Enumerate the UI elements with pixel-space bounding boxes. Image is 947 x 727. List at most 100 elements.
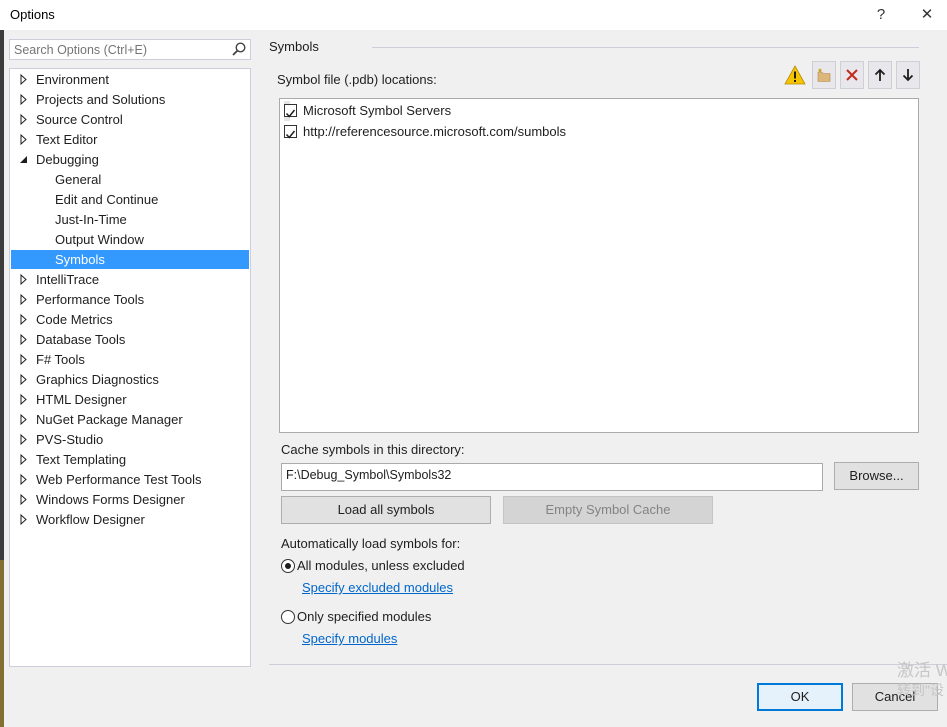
tree-item-label: Text Editor [36,132,98,147]
collapsed-arrow-icon[interactable] [19,390,31,409]
tree-item[interactable]: Debugging [11,150,249,169]
auto-load-label: Automatically load symbols for: [281,536,461,551]
tree-item-label: Workflow Designer [36,512,145,527]
collapsed-arrow-icon[interactable] [19,310,31,329]
tree-item[interactable]: HTML Designer [11,390,249,409]
tree-item-label: Windows Forms Designer [36,492,185,507]
tree-item[interactable]: Web Performance Test Tools [11,470,249,489]
tree-item[interactable]: Performance Tools [11,290,249,309]
tree-item[interactable]: Environment [11,70,249,89]
collapsed-arrow-icon[interactable] [19,70,31,89]
activation-watermark-sub: 转到"设 [897,682,944,698]
tree-item[interactable]: General [11,170,249,189]
search-input[interactable] [10,40,220,59]
tree-item[interactable]: Symbols [11,250,249,269]
warning-button[interactable] [783,61,807,89]
expanded-arrow-icon[interactable] [19,150,31,169]
remove-location-button[interactable] [840,61,864,89]
tree-item-label: Code Metrics [36,312,113,327]
collapsed-arrow-icon[interactable] [19,270,31,289]
tree-item[interactable]: Database Tools [11,330,249,349]
ok-button[interactable]: OK [757,683,843,711]
tree-item[interactable]: Text Editor [11,130,249,149]
collapsed-arrow-icon[interactable] [19,130,31,149]
collapsed-arrow-icon[interactable] [19,490,31,509]
tree-item-label: F# Tools [36,352,85,367]
collapsed-arrow-icon[interactable] [19,470,31,489]
tree-item[interactable]: Output Window [11,230,249,249]
tree-item-label: Symbols [55,252,105,267]
empty-symbol-cache-button[interactable]: Empty Symbol Cache [503,496,713,524]
tree-item[interactable]: Source Control [11,110,249,129]
specify-modules-link[interactable]: Specify modules [302,631,397,646]
warning-icon [784,65,806,85]
search-box[interactable] [9,39,251,60]
collapsed-arrow-icon[interactable] [19,510,31,529]
radio-all-modules-label[interactable]: All modules, unless excluded [297,558,465,573]
browse-button[interactable]: Browse... [834,462,919,490]
title-bar: Options ? ✕ [0,0,947,30]
tree-item[interactable]: PVS-Studio [11,430,249,449]
tree-item[interactable]: Code Metrics [11,310,249,329]
tree-item[interactable]: IntelliTrace [11,270,249,289]
tree-item[interactable]: Projects and Solutions [11,90,249,109]
tree-item[interactable]: Workflow Designer [11,510,249,529]
tree-item-label: Edit and Continue [55,192,159,207]
radio-only-specified-label[interactable]: Only specified modules [297,609,431,624]
radio-selected-dot [285,563,291,569]
footer-divider [269,664,947,665]
collapsed-arrow-icon[interactable] [19,90,31,109]
collapsed-arrow-icon[interactable] [19,430,31,449]
checkmark-icon [285,109,296,118]
collapsed-arrow-icon[interactable] [19,350,31,369]
window-title: Options [10,7,55,22]
tree-item[interactable]: Just-In-Time [11,210,249,229]
collapsed-arrow-icon[interactable] [19,370,31,389]
tree-item[interactable]: Windows Forms Designer [11,490,249,509]
locations-label: Symbol file (.pdb) locations: [277,72,437,87]
close-button[interactable]: ✕ [912,4,942,26]
move-down-button[interactable] [896,61,920,89]
move-up-button[interactable] [868,61,892,89]
add-location-button[interactable] [812,61,836,89]
tree-item[interactable]: Graphics Diagnostics [11,370,249,389]
location-checkbox[interactable] [284,125,297,139]
options-tree[interactable]: Environment Projects and Solutions Source … [9,68,251,667]
tree-item-label: General [55,172,102,187]
collapsed-arrow-icon[interactable] [19,450,31,469]
tree-item-label: Database Tools [36,332,126,347]
location-checkbox[interactable] [284,104,297,118]
tree-item-label: Environment [36,72,109,87]
activation-watermark: 激活 W [897,661,947,680]
radio-all-modules[interactable] [281,559,295,573]
collapsed-arrow-icon[interactable] [19,330,31,349]
tree-item-label: Debugging [36,152,99,167]
tree-item[interactable]: Edit and Continue [11,190,249,209]
cache-directory-input[interactable]: F:\Debug_Symbol\Symbols32 [281,463,823,491]
collapsed-arrow-icon[interactable] [19,290,31,309]
symbol-locations-list[interactable]: Microsoft Symbol Servers http://referenc… [279,98,919,433]
tree-item-label: PVS-Studio [36,432,104,447]
section-divider [372,47,919,48]
radio-only-specified[interactable] [281,610,295,624]
location-item-microsoft[interactable]: Microsoft Symbol Servers [284,101,451,121]
help-button[interactable]: ? [866,4,896,26]
tree-item-label: Output Window [55,232,144,247]
tree-item-label: Web Performance Test Tools [36,472,202,487]
load-all-symbols-button[interactable]: Load all symbols [281,496,491,524]
location-label: Microsoft Symbol Servers [303,103,452,118]
tree-item[interactable]: Text Templating [11,450,249,469]
new-folder-icon [817,68,831,82]
checkmark-icon [285,130,296,139]
tree-item[interactable]: NuGet Package Manager [11,410,249,429]
search-icon[interactable] [231,41,247,57]
specify-excluded-modules-link[interactable]: Specify excluded modules [302,580,453,595]
background-window-edge-accent [0,560,4,727]
tree-item-label: IntelliTrace [36,272,100,287]
collapsed-arrow-icon[interactable] [19,410,31,429]
tree-item-label: NuGet Package Manager [36,412,183,427]
tree-item-label: Graphics Diagnostics [36,372,159,387]
tree-item[interactable]: F# Tools [11,350,249,369]
collapsed-arrow-icon[interactable] [19,110,31,129]
tree-item-label: Source Control [36,112,123,127]
